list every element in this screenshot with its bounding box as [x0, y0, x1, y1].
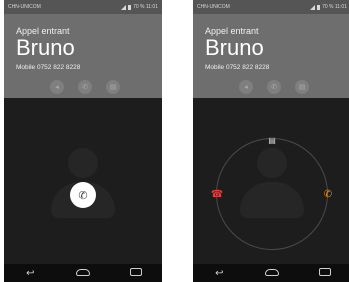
answer-handle-button[interactable]: ✆: [70, 182, 96, 208]
signal-icon: [310, 4, 316, 10]
back-icon[interactable]: ↩: [207, 268, 231, 279]
volume-icon[interactable]: ◂: [239, 80, 253, 94]
status-icons: 70 % 11:01: [121, 4, 158, 10]
home-icon[interactable]: [71, 268, 95, 279]
battery-time-label: 70 % 11:01: [133, 4, 158, 10]
carrier-label: CHN-UNICOM: [8, 4, 41, 10]
signal-icon: [121, 4, 127, 10]
home-icon[interactable]: [260, 268, 284, 279]
phone-icon[interactable]: ✆: [267, 80, 281, 94]
caller-number: Mobile 0752 822 8228: [16, 64, 81, 71]
quick-actions: ◂ ✆ ▤: [239, 80, 309, 94]
back-icon[interactable]: ↩: [18, 268, 42, 279]
avatar-head: [68, 148, 98, 178]
call-body: ▤ ☎ ✆: [193, 98, 349, 264]
status-bar: CHN-UNICOM 70 % 11:01: [193, 0, 349, 14]
navigation-bar: ↩: [4, 264, 162, 282]
caller-name: Bruno: [16, 35, 75, 60]
caller-name: Bruno: [205, 35, 264, 60]
status-bar: CHN-UNICOM 70 % 11:01: [4, 0, 162, 14]
incoming-call-screen-dragging: CHN-UNICOM 70 % 11:01 Appel entrant Brun…: [193, 0, 349, 282]
status-icons: 70 % 11:01: [310, 4, 347, 10]
recents-icon[interactable]: [313, 267, 337, 279]
caller-number: Mobile 0752 822 8228: [205, 64, 270, 71]
battery-time-label: 70 % 11:01: [322, 4, 347, 10]
message-icon[interactable]: ▤: [295, 80, 309, 94]
recents-icon[interactable]: [124, 267, 148, 279]
quick-actions: ◂ ✆ ▤: [50, 80, 120, 94]
avatar-head: [257, 148, 287, 178]
phone-icon[interactable]: ✆: [78, 80, 92, 94]
call-body: ✆: [4, 98, 162, 264]
message-icon[interactable]: ▤: [106, 80, 120, 94]
navigation-bar: ↩: [193, 264, 349, 282]
reply-message-icon[interactable]: ▤: [264, 132, 280, 148]
battery-icon: [317, 4, 321, 10]
volume-icon[interactable]: ◂: [50, 80, 64, 94]
accept-call-icon[interactable]: ✆: [320, 186, 336, 202]
battery-icon: [128, 4, 132, 10]
decline-call-icon[interactable]: ☎: [209, 186, 225, 202]
incoming-call-screen-idle: CHN-UNICOM 70 % 11:01 Appel entrant Brun…: [4, 0, 162, 282]
carrier-label: CHN-UNICOM: [197, 4, 230, 10]
